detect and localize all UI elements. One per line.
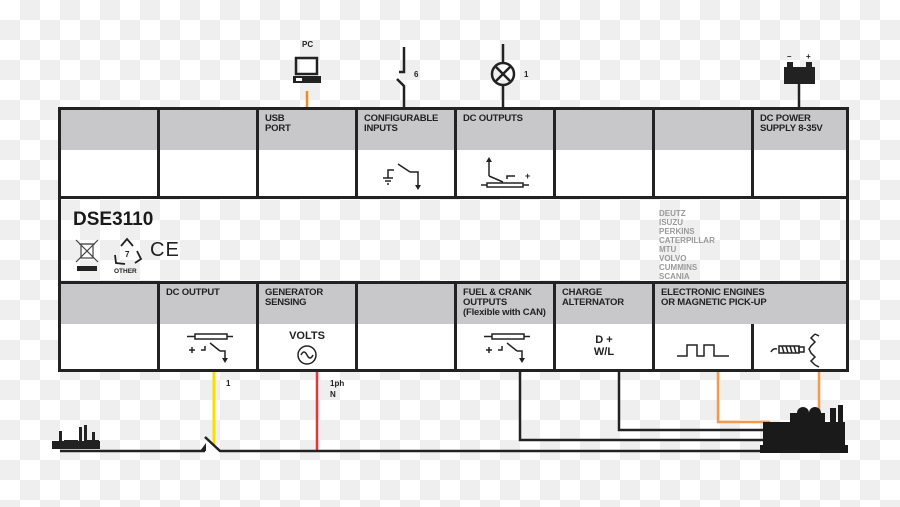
dc-power-supply-cell: DC POWER SUPPLY 8-35V: [754, 110, 846, 196]
charge-d-plus: D +: [595, 334, 613, 346]
pc-icon: [293, 56, 321, 83]
charge-alternator-cell: CHARGE ALTERNATOR D + W/L: [556, 284, 655, 369]
dc-output-label: DC OUTPUT: [166, 287, 220, 298]
top-terminal-row: USBPORT CONFIGURABLEINPUTS DC OUTPUTS: [61, 110, 846, 196]
sensing-neutral-label: N: [330, 390, 336, 399]
fuel-crank-cell: FUEL & CRANK OUTPUTS (Flexible with CAN): [457, 284, 556, 369]
usb-port-label: USB PORT: [265, 113, 291, 134]
inputs-count: 6: [414, 70, 419, 79]
bottom-terminal-row: DC OUTPUT GENERATOR SENSING VOLTS FUEL &…: [61, 284, 846, 369]
dc-outputs-plus: +: [525, 171, 530, 181]
battery-plus: +: [806, 52, 811, 61]
input-switch-icon: [396, 47, 406, 107]
pc-label: PC: [302, 40, 314, 49]
fuel-crank-label: FUEL & CRANK OUTPUTS (Flexible with CAN): [463, 287, 546, 318]
brand-item: SCANIA: [659, 272, 690, 281]
dc-output-count: 1: [226, 379, 231, 388]
configurable-inputs-cell: CONFIGURABLE INPUTS: [358, 110, 457, 196]
pickup-wire-1: [716, 372, 770, 424]
relay-output-icon: +: [481, 157, 530, 188]
bottom-cell-1: [61, 284, 160, 369]
pulse-signal-icon: [677, 344, 729, 357]
engine-brand-list: DEUTZ ISUZU PERKINS CATERPILLAR MTU VOLV…: [659, 209, 715, 281]
model-name: DSE3110: [73, 209, 154, 230]
battery-icon: [784, 62, 815, 107]
sensing-phase-label: 1ph: [330, 379, 345, 388]
brand-item: MTU: [659, 245, 677, 254]
brand-item: VOLVO: [659, 254, 687, 263]
recycle-code: 7: [125, 250, 130, 259]
top-cell-1: [61, 110, 160, 196]
dc-outputs-label: DC OUTPUTS: [463, 113, 523, 124]
top-cell-2: [160, 110, 259, 196]
brand-item: DEUTZ: [659, 209, 686, 218]
ground-switch-icon: [383, 163, 421, 190]
electronic-engines-label: ELECTRONIC ENGINES OR MAGNETIC PICK-UP: [661, 287, 767, 308]
ce-mark: CE: [150, 239, 180, 261]
top-cell-7: [655, 110, 754, 196]
magnetic-pickup-icon: [770, 333, 820, 368]
dc-outputs-cell: DC OUTPUTS +: [457, 110, 556, 196]
top-cell-6: [556, 110, 655, 196]
generator-sensing-label: GENERATOR SENSING: [265, 287, 324, 308]
volts-label: VOLTS: [289, 330, 325, 342]
configurable-inputs-label: CONFIGURABLE INPUTS: [364, 113, 439, 134]
recycle-icon: 7: [114, 237, 143, 265]
brand-item: PERKINS: [659, 227, 695, 236]
generator-icon: [760, 405, 848, 453]
bottom-cell-4: [358, 284, 457, 369]
generator-sensing-cell: GENERATOR SENSING VOLTS: [259, 284, 358, 369]
dc-output-relay-icon: [187, 333, 233, 363]
pickup-divider: [751, 324, 754, 369]
usb-port-cell: USB PORT: [259, 110, 358, 196]
load-factory-icon: [52, 425, 100, 449]
battery-minus: –: [787, 52, 792, 61]
ac-sine-icon: [297, 345, 317, 365]
brand-item: ISUZU: [659, 218, 683, 227]
dc-output-cell: DC OUTPUT: [160, 284, 259, 369]
module-info-panel: DSE3110 7 OTHER CE DEUTZ ISUZU PERKINS C…: [61, 196, 846, 284]
electronic-engines-cell: ELECTRONIC ENGINES OR MAGNETIC PICK-UP: [655, 284, 846, 369]
dc-power-supply-label: DC POWER SUPPLY 8-35V: [760, 113, 823, 134]
fuel-crank-relay-icon: [484, 333, 530, 363]
charge-alternator-label: CHARGE ALTERNATOR: [562, 287, 624, 308]
weee-bin-icon: [75, 239, 99, 271]
brand-item: CUMMINS: [659, 263, 698, 272]
recycle-label: OTHER: [114, 268, 137, 275]
outputs-count: 1: [524, 70, 529, 79]
controller-module: USBPORT CONFIGURABLEINPUTS DC OUTPUTS: [58, 107, 849, 372]
charge-wl: W/L: [593, 346, 615, 358]
brand-item: CATERPILLAR: [659, 236, 715, 245]
lamp-icon: [490, 44, 516, 107]
